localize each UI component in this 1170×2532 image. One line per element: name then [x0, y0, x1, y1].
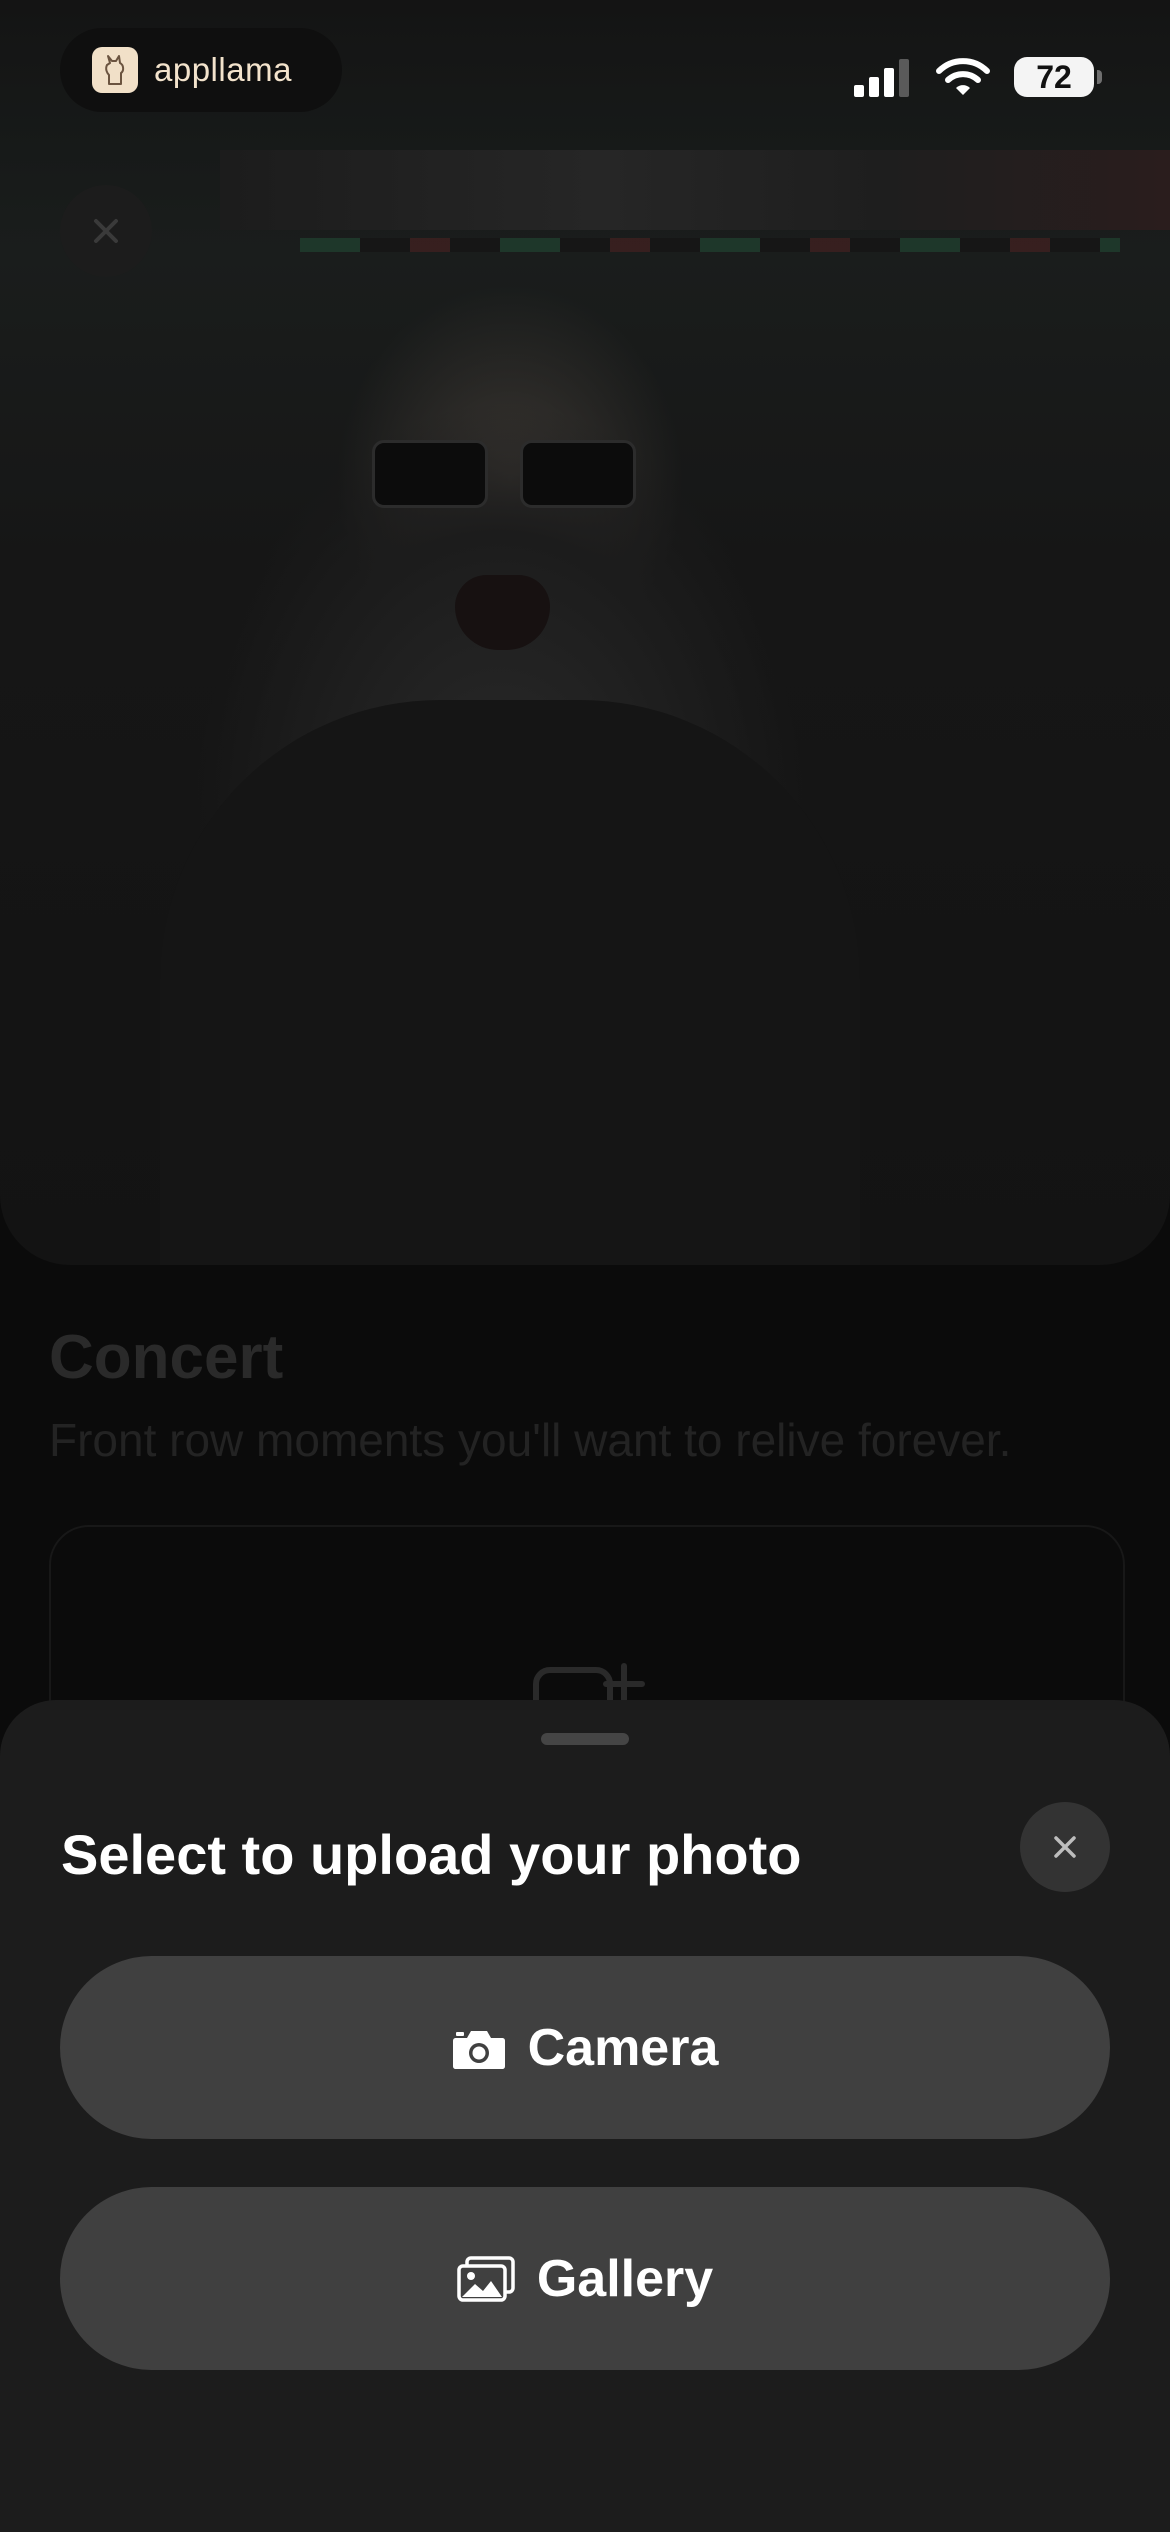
- gallery-label: Gallery: [536, 2249, 714, 2308]
- stage-lights: [300, 238, 1120, 252]
- camera-label: Camera: [527, 2018, 719, 2077]
- page-subtitle: Front row moments you'll want to relive …: [49, 1414, 1012, 1466]
- concert-photo: [0, 0, 1170, 1265]
- sheet-grabber[interactable]: [541, 1733, 629, 1745]
- page-title: Concert: [49, 1323, 284, 1392]
- sunglasses-left-lens: [372, 440, 488, 508]
- gallery-icon: [457, 2255, 515, 2302]
- status-icons: 72: [854, 52, 1102, 102]
- upload-bottom-sheet: Select to upload your photo Camera Galle…: [0, 1700, 1170, 2532]
- person-mouth: [455, 575, 550, 650]
- sheet-title: Select to upload your photo: [61, 1823, 802, 1886]
- sunglasses-right-lens: [520, 440, 636, 508]
- battery-indicator: 72: [1014, 57, 1102, 97]
- app-name: appllama: [154, 51, 292, 88]
- camera-icon: [452, 2026, 506, 2070]
- sheet-close-button[interactable]: [1020, 1802, 1110, 1892]
- close-icon: [94, 219, 118, 243]
- camera-button[interactable]: Camera: [60, 1956, 1110, 2139]
- battery-level: 72: [1036, 58, 1072, 95]
- screen: Concert Front row moments you'll want to…: [0, 0, 1170, 2532]
- llama-logo-icon: [92, 47, 138, 93]
- signal-icon: [854, 59, 909, 97]
- stage-background: [220, 150, 1170, 230]
- battery-nub: [1097, 70, 1102, 84]
- close-icon: [1054, 1836, 1076, 1858]
- person-jacket: [160, 700, 860, 1265]
- gallery-button[interactable]: Gallery: [60, 2187, 1110, 2370]
- close-button-background: [60, 185, 152, 277]
- wifi-icon: [936, 58, 990, 95]
- app-indicator-pill[interactable]: appllama: [60, 28, 342, 112]
